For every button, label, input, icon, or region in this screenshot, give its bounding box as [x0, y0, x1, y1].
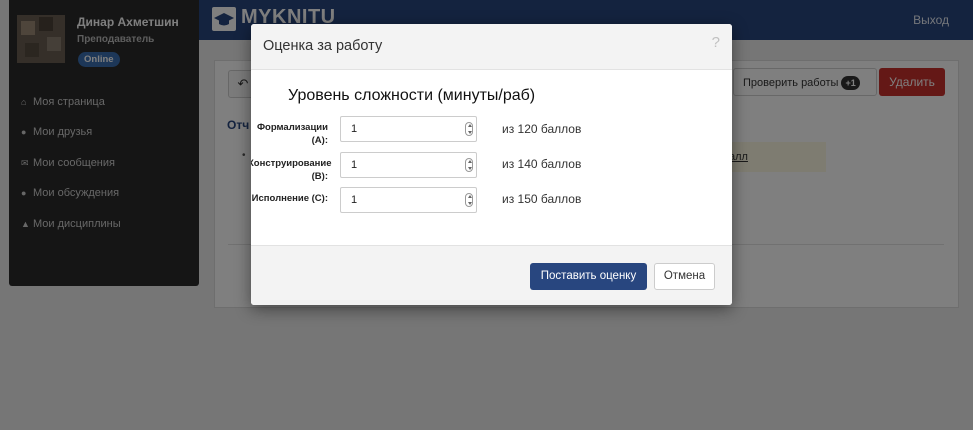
execution-label: Исполнение (С):	[251, 193, 328, 204]
difficulty-heading: Уровень сложности (минуты/раб)	[288, 87, 536, 104]
modal-title: Оценка за работу	[263, 38, 383, 54]
construction-input[interactable]: 1	[340, 152, 477, 178]
formalization-label: Формализации (А):	[256, 122, 328, 146]
construction-max: из 140 баллов	[502, 157, 582, 171]
execution-input[interactable]: 1	[340, 187, 477, 213]
construction-label: Конструирование (В):	[251, 158, 332, 182]
modal-footer: Поставить оценку Отмена	[251, 245, 732, 305]
formalization-max: из 120 баллов	[502, 122, 582, 136]
help-icon[interactable]: ?	[712, 34, 720, 51]
cancel-button[interactable]: Отмена	[654, 263, 715, 290]
execution-max: из 150 баллов	[502, 192, 582, 206]
spinner-icon[interactable]	[465, 193, 473, 207]
spinner-icon[interactable]	[465, 158, 473, 172]
formalization-value: 1	[351, 123, 358, 135]
execution-value: 1	[351, 194, 358, 206]
modal-header: Оценка за работу ?	[251, 24, 732, 70]
construction-value: 1	[351, 159, 358, 171]
submit-grade-button[interactable]: Поставить оценку	[530, 263, 647, 290]
formalization-input[interactable]: 1	[340, 116, 477, 142]
grade-modal: Оценка за работу ? Уровень сложности (ми…	[251, 24, 732, 305]
spinner-icon[interactable]	[465, 122, 473, 136]
